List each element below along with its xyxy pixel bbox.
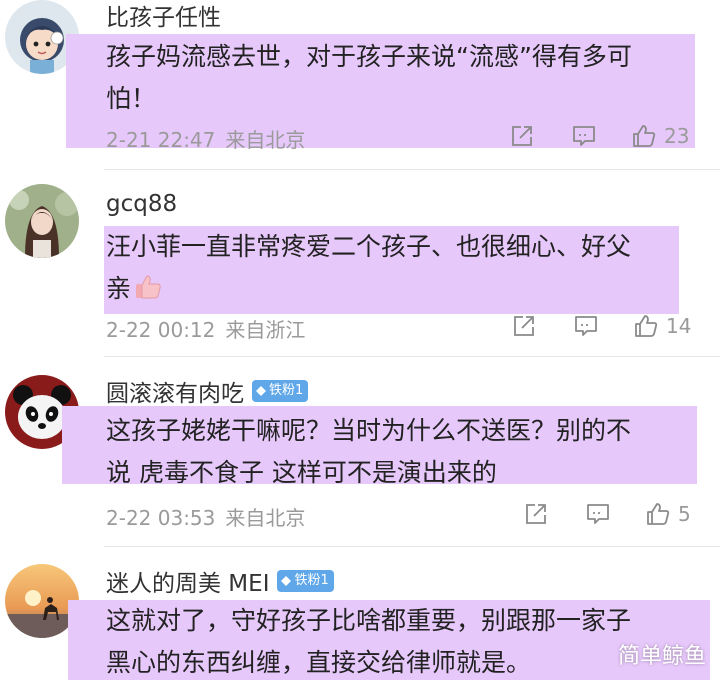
diamond-icon [256,386,266,396]
username[interactable]: 比孩子任性 [106,0,221,32]
comment-button[interactable] [584,500,612,528]
like-button[interactable]: 5 [644,500,691,528]
share-icon [512,126,532,146]
comment-item: 比孩子任性 孩子妈流感去世，对于孩子来说“流感”得有多可 怕！ 2-21 22:… [0,0,720,170]
comment-icon [573,126,595,146]
comment-line: 黑心的东西纠缠，直接交给律师就是。 [106,648,532,677]
watermark: 简单鲸鱼 [617,644,706,669]
fan-badge[interactable]: 铁粉1 [277,570,334,592]
thumbs-up-emoji-icon [136,275,161,299]
comment-line: 亲 [106,274,132,303]
avatar[interactable] [5,184,79,258]
like-button[interactable]: 14 [632,312,691,340]
timestamp: 2-21 22:47 [106,128,216,152]
comment-meta: 2-22 03:53 来自北京 [106,502,305,531]
action-bar: 23 [508,122,689,150]
share-button[interactable] [510,312,538,340]
fan-badge[interactable]: 铁粉1 [252,380,309,402]
username[interactable]: gcq88 [106,189,177,219]
comment-text: 汪小菲一直非常疼爱二个孩子、也很细心、好父 亲 [106,226,631,310]
comment-text: 这孩子姥姥干嘛呢？当时为什么不送医？别的不 说 虎毒不食子 这样可不是演出来的 [106,410,631,494]
share-icon [526,504,546,524]
avatar-girl-photo-image [5,184,79,258]
username-text[interactable]: 圆滚滚有肉吃 [106,374,244,408]
comment-line: 孩子妈流感去世，对于孩子来说“流感”得有多可 [106,42,632,71]
action-bar: 14 [510,312,691,340]
username[interactable]: 迷人的周美 MEI 铁粉1 [106,564,334,598]
username-text[interactable]: gcq88 [106,191,177,217]
username[interactable]: 圆滚滚有肉吃 铁粉1 [106,374,309,408]
comment-icon [587,504,609,524]
comment-meta: 2-21 22:47 来自北京 [106,124,305,153]
username-text[interactable]: 迷人的周美 MEI [106,564,269,598]
like-icon [633,125,656,147]
timestamp: 2-22 00:12 [106,318,216,342]
divider [104,169,720,170]
comment-text: 这就对了，守好孩子比啥都重要，别跟那一家子 黑心的东西纠缠，直接交给律师就是。 [106,600,631,684]
like-count: 23 [664,124,690,148]
comment-line: 这孩子姥姥干嘛呢？当时为什么不送医？别的不 [106,416,632,445]
comment-meta: 2-22 00:12 来自浙江 [106,314,305,343]
like-count: 5 [678,502,691,526]
like-icon [635,315,658,337]
diamond-icon [281,576,292,586]
comment-line: 怕！ [106,84,157,113]
comment-line: 这就对了，守好孩子比啥都重要，别跟那一家子 [106,606,632,635]
comment-line-with-emoji: 亲 [106,268,631,310]
comment-button[interactable] [572,312,600,340]
share-icon [514,316,534,336]
divider [104,546,720,547]
comment-item: gcq88 汪小菲一直非常疼爱二个孩子、也很细心、好父 亲 2-22 00:12… [0,169,720,356]
location: 来自北京 [225,128,306,152]
timestamp: 2-22 03:53 [106,506,216,530]
action-bar: 5 [522,500,691,528]
share-button[interactable] [508,122,536,150]
comment-icon [575,316,597,336]
like-count: 14 [666,314,692,338]
comment-item: 迷人的周美 MEI 铁粉1 这就对了，守好孩子比啥都重要，别跟那一家子 黑心的东… [0,546,720,684]
comment-feed: 比孩子任性 孩子妈流感去世，对于孩子来说“流感”得有多可 怕！ 2-21 22:… [0,0,720,684]
location: 来自浙江 [225,318,306,342]
fan-badge-label: 铁粉1 [294,573,329,588]
like-icon [647,503,670,525]
comment-line: 说 虎毒不食子 这样可不是演出来的 [106,458,497,487]
comment-line: 汪小菲一直非常疼爱二个孩子、也很细心、好父 [106,232,632,261]
location: 来自北京 [225,506,306,530]
comment-button[interactable] [570,122,598,150]
share-button[interactable] [522,500,550,528]
divider [104,356,720,357]
fan-badge-label: 铁粉1 [269,383,304,398]
like-button[interactable]: 23 [630,122,689,150]
comment-item: 圆滚滚有肉吃 铁粉1 这孩子姥姥干嘛呢？当时为什么不送医？别的不 说 虎毒不食子… [0,356,720,546]
comment-text: 孩子妈流感去世，对于孩子来说“流感”得有多可 怕！ [106,36,632,120]
username-text[interactable]: 比孩子任性 [106,0,221,32]
